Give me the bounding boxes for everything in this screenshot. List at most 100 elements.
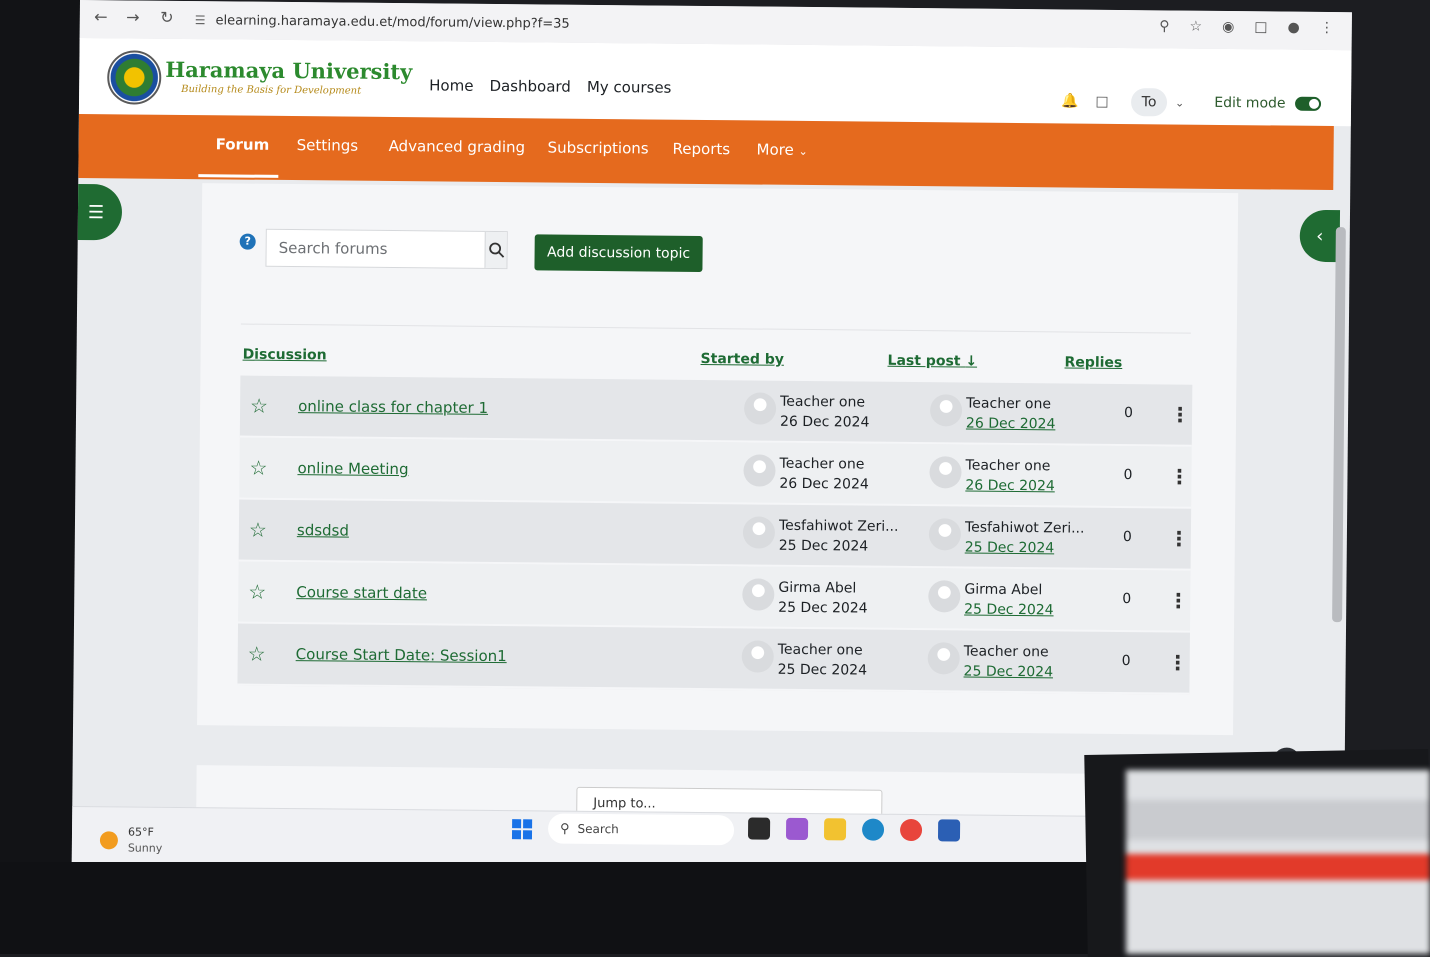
discussion-title[interactable]: online class for chapter 1 (298, 397, 488, 417)
last-post-date[interactable]: 26 Dec 2024 (966, 416, 1056, 433)
started-by-name[interactable]: Teacher one (778, 642, 863, 659)
site-name[interactable]: Haramaya University (165, 57, 412, 84)
chrome-icon[interactable] (899, 818, 923, 842)
university-logo-icon[interactable] (107, 50, 162, 105)
windows-start-icon[interactable] (511, 819, 533, 840)
copilot-icon[interactable] (785, 817, 809, 841)
tab-settings[interactable]: Settings (297, 136, 359, 155)
avatar[interactable] (928, 518, 962, 551)
help-icon[interactable]: ? (239, 233, 256, 250)
discussion-title[interactable]: Course Start Date: Session1 (296, 645, 507, 665)
last-post-name[interactable]: Teacher one (966, 396, 1051, 413)
col-last-post[interactable]: Last post ↓ (887, 353, 977, 370)
last-post-name[interactable]: Teacher one (965, 458, 1050, 475)
user-menu[interactable]: To (1130, 88, 1168, 117)
col-replies[interactable]: Replies (1064, 354, 1122, 371)
jump-to-label: Jump to... (593, 795, 656, 812)
message-icon[interactable]: □ (1091, 94, 1113, 110)
last-post-name[interactable]: Teacher one (964, 644, 1049, 661)
started-by-name[interactable]: Teacher one (780, 456, 865, 473)
tab-subscriptions[interactable]: Subscriptions (548, 138, 649, 157)
started-by-name[interactable]: Teacher one (780, 394, 865, 411)
tab-reports[interactable]: Reports (673, 140, 731, 159)
avatar[interactable] (743, 454, 776, 487)
browser-actions: ⚲ ☆ ◉ □ ● ⋮ (1159, 18, 1334, 36)
url-text[interactable]: elearning.haramaya.edu.et/mod/forum/view… (216, 13, 570, 31)
nav-dashboard[interactable]: Dashboard (489, 77, 571, 96)
chevron-down-icon[interactable]: ⌄ (1175, 96, 1184, 109)
bell-icon[interactable]: 🔔 (1059, 93, 1081, 109)
address-bar[interactable]: ☰ elearning.haramaya.edu.et/mod/forum/vi… (195, 9, 570, 35)
tab-advanced-grading[interactable]: Advanced grading (389, 137, 526, 156)
kebab-menu-icon[interactable]: ⋮ (1168, 650, 1188, 674)
avatar[interactable] (741, 640, 774, 673)
profile-icon[interactable]: ● (1287, 20, 1299, 36)
weather-temperature[interactable]: 65°F (128, 825, 154, 838)
kebab-menu-icon[interactable]: ⋮ (1170, 402, 1190, 426)
edge-icon[interactable] (861, 818, 885, 841)
extension-icon[interactable]: ◉ (1222, 19, 1234, 35)
back-button[interactable]: ← (90, 6, 112, 28)
nav-home[interactable]: Home (429, 76, 473, 94)
primary-nav: Home Dashboard My courses (429, 76, 671, 96)
star-icon[interactable]: ☆ (248, 580, 266, 604)
nav-my-courses[interactable]: My courses (587, 78, 672, 97)
avatar[interactable] (929, 456, 962, 489)
avatar[interactable] (929, 394, 963, 427)
bookmark-star-icon[interactable]: ☆ (1189, 19, 1202, 35)
last-post-date[interactable]: 25 Dec 2024 (964, 664, 1054, 681)
star-icon[interactable]: ☆ (249, 456, 267, 480)
taskbar-search[interactable]: ⚲ Search (547, 813, 735, 846)
add-discussion-button[interactable]: Add discussion topic (534, 234, 703, 272)
page-scrollbar[interactable] (1332, 227, 1346, 623)
tab-forum[interactable]: Forum (216, 135, 270, 154)
browser-menu-icon[interactable]: ⋮ (1320, 20, 1334, 36)
last-post-date[interactable]: 26 Dec 2024 (965, 478, 1055, 495)
last-post-name[interactable]: Girma Abel (964, 582, 1042, 599)
tab-more[interactable]: More ⌄ (757, 141, 808, 159)
word-icon[interactable] (937, 819, 961, 842)
discussion-list: ☆ online class for chapter 1 Teacher one… (237, 375, 1193, 695)
file-explorer-icon[interactable] (823, 818, 847, 841)
search-icon (488, 242, 504, 258)
star-icon[interactable]: ☆ (249, 518, 267, 542)
star-icon[interactable]: ☆ (250, 394, 268, 418)
kebab-menu-icon[interactable]: ⋮ (1168, 588, 1188, 612)
avatar[interactable] (742, 516, 776, 549)
col-started-by[interactable]: Started by (701, 351, 785, 368)
site-info-icon[interactable]: ☰ (195, 13, 206, 27)
started-by-name[interactable]: Tesfahiwot Zeri... (779, 518, 899, 535)
block-drawer-toggle[interactable]: ‹ (1299, 209, 1341, 263)
discussion-title[interactable]: Course start date (296, 583, 427, 602)
task-view-icon[interactable] (747, 817, 771, 840)
col-discussion[interactable]: Discussion (243, 347, 327, 364)
puzzle-icon[interactable]: □ (1254, 19, 1267, 35)
edit-mode-toggle[interactable] (1295, 96, 1322, 111)
star-icon[interactable]: ☆ (248, 642, 266, 666)
header-actions: 🔔 □ To ⌄ Edit mode (1059, 87, 1322, 118)
chevron-left-icon: ‹ (1316, 225, 1324, 247)
screen: ← → ↻ ☰ elearning.haramaya.edu.et/mod/fo… (71, 0, 1352, 875)
search-button[interactable] (484, 231, 507, 269)
discussion-row: ☆ Course Start Date: Session1 Teacher on… (237, 623, 1190, 695)
weather-condition[interactable]: Sunny (128, 841, 163, 854)
discussion-title[interactable]: online Meeting (297, 459, 408, 478)
last-post-date[interactable]: 25 Dec 2024 (964, 602, 1054, 619)
reload-button[interactable]: ↻ (156, 7, 178, 29)
weather-sun-icon[interactable] (99, 831, 119, 850)
kebab-menu-icon[interactable]: ⋮ (1169, 464, 1189, 488)
avatar[interactable] (928, 580, 961, 613)
started-by-name[interactable]: Girma Abel (778, 580, 856, 597)
search-input[interactable] (266, 229, 485, 268)
kebab-menu-icon[interactable]: ⋮ (1169, 526, 1189, 550)
avatar[interactable] (742, 578, 775, 611)
last-post-name[interactable]: Tesfahiwot Zeri... (965, 520, 1085, 537)
last-post-date[interactable]: 25 Dec 2024 (965, 540, 1055, 557)
zoom-icon[interactable]: ⚲ (1159, 18, 1169, 34)
last-post: Teacher one 26 Dec 2024 (966, 394, 1056, 435)
course-index-toggle[interactable]: ☰ (71, 183, 123, 241)
avatar[interactable] (743, 392, 777, 425)
avatar[interactable] (927, 642, 960, 675)
forward-button[interactable]: → (122, 6, 144, 28)
discussion-title[interactable]: sdsdsd (297, 521, 349, 539)
